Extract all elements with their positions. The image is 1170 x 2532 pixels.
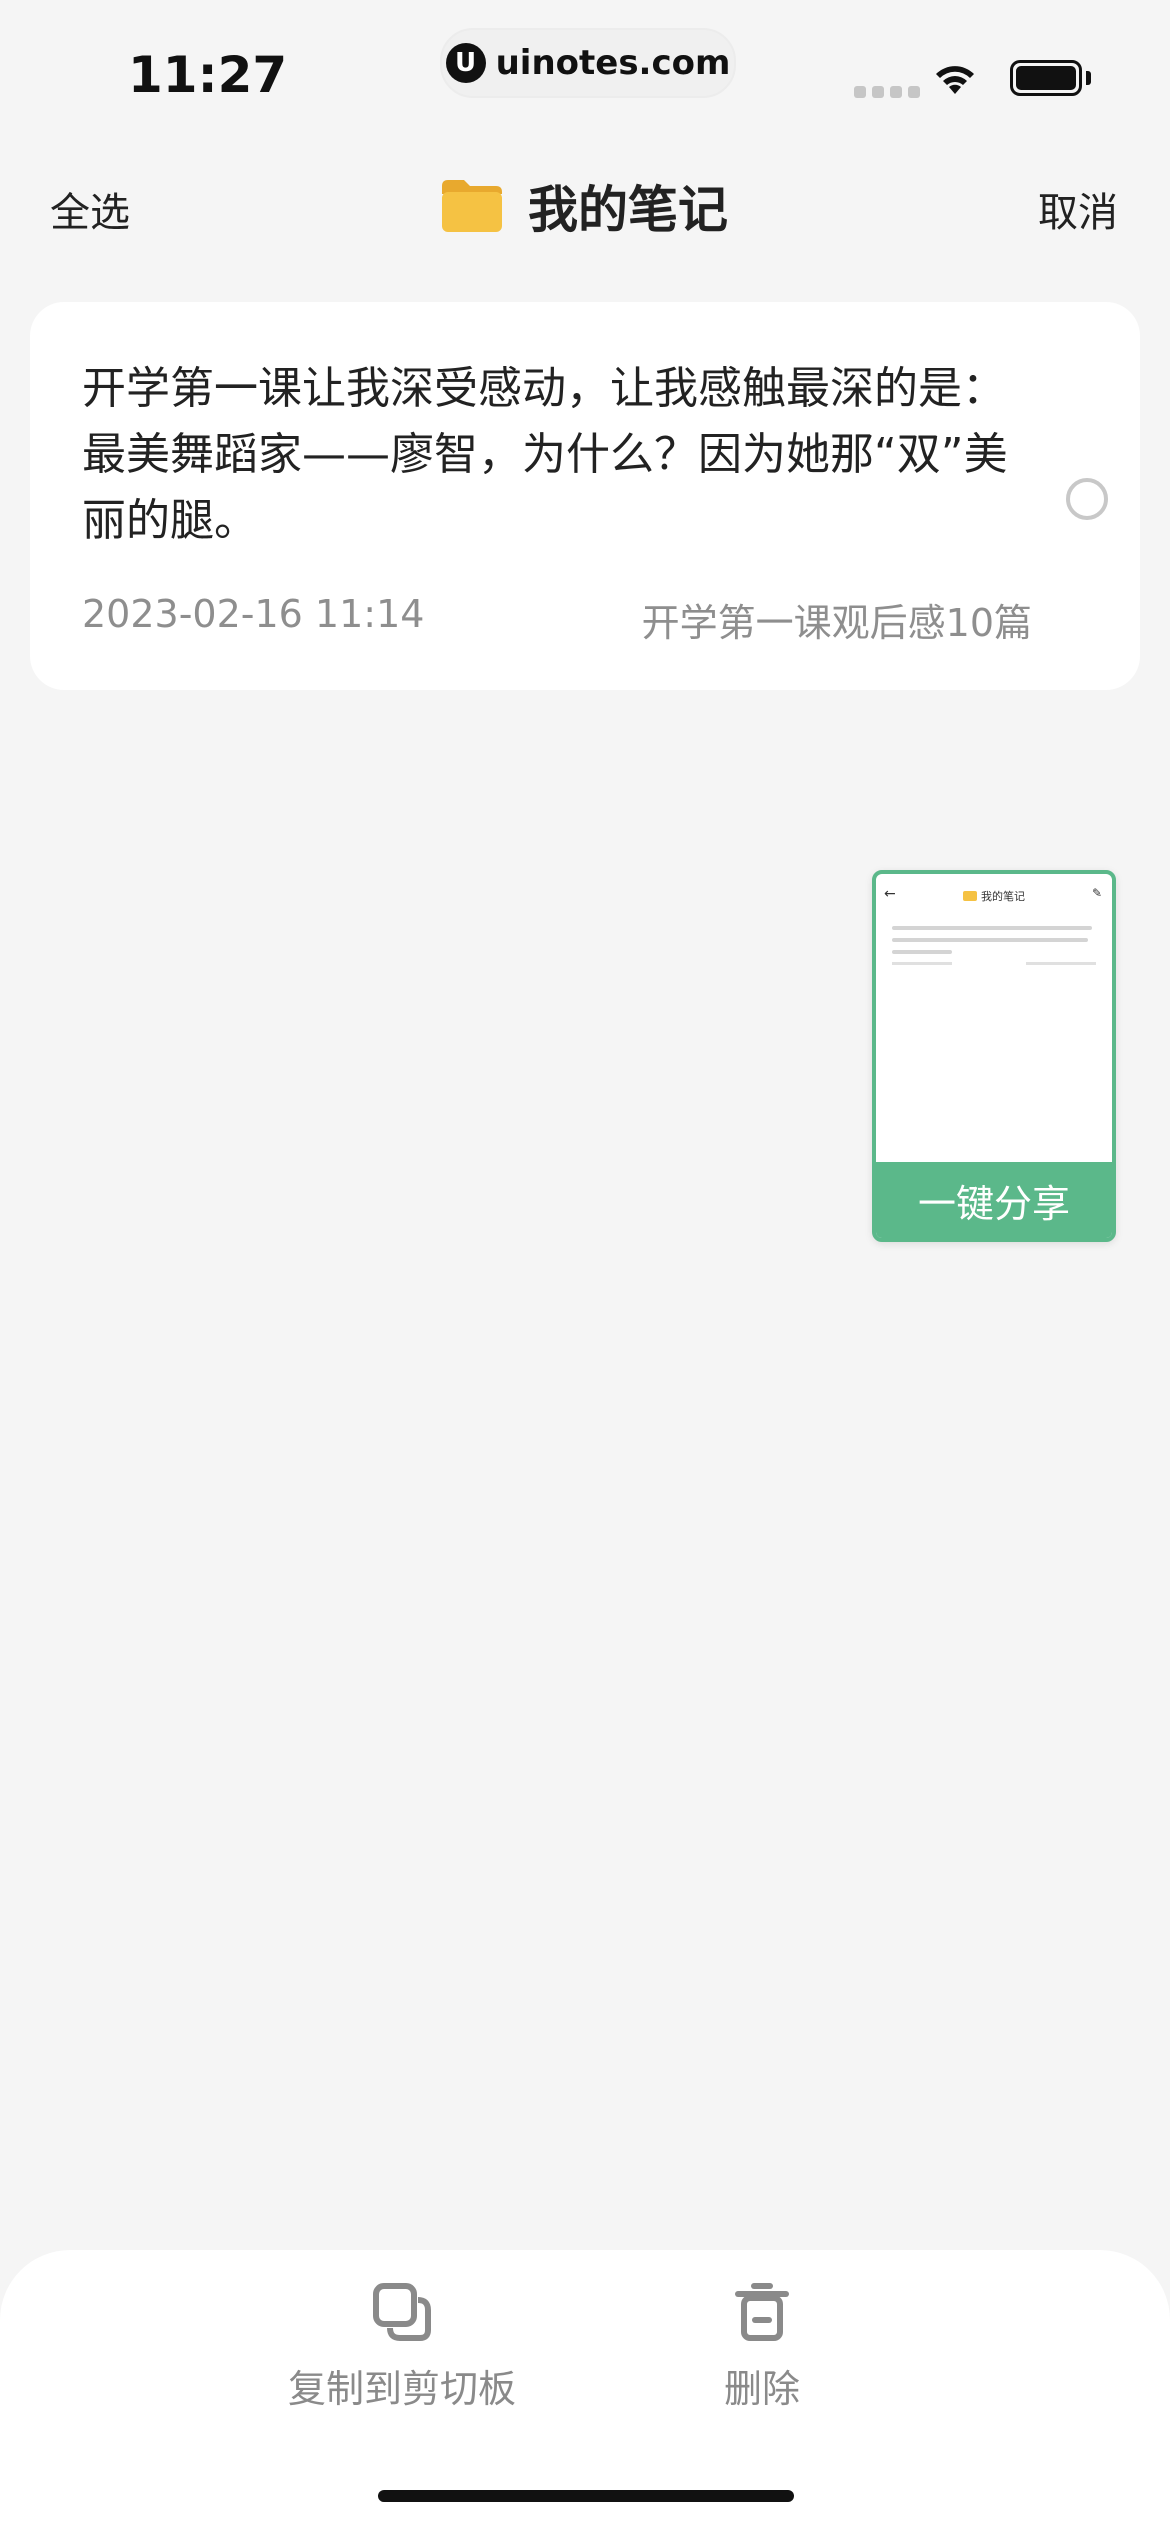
page-title: 我的笔记	[438, 170, 728, 242]
select-all-button[interactable]: 全选	[50, 180, 130, 238]
note-card[interactable]: 开学第一课让我深受感动，让我感触最深的是：最美舞蹈家——廖智，为什么？因为她那“…	[30, 302, 1140, 690]
preview-card	[886, 918, 1102, 1008]
copy-label: 复制到剪切板	[288, 2367, 517, 2411]
preview-title: 我的笔记	[876, 888, 1112, 904]
signal-icon	[854, 86, 920, 98]
status-time: 11:27	[128, 46, 288, 104]
wifi-icon	[936, 66, 974, 94]
url-pill[interactable]: U uinotes.com	[440, 28, 736, 98]
trash-icon	[735, 2283, 789, 2341]
delete-label: 删除	[724, 2367, 801, 2411]
battery-icon	[1010, 60, 1082, 96]
cancel-button[interactable]: 取消	[1038, 180, 1118, 238]
url-text: uinotes.com	[495, 43, 731, 83]
note-date: 2023-02-16 11:14	[82, 592, 425, 636]
page-title-text: 我的笔记	[528, 181, 728, 239]
battery-cap	[1086, 71, 1091, 85]
note-content: 开学第一课让我深受感动，让我感触最深的是：最美舞蹈家——廖智，为什么？因为她那“…	[82, 363, 1008, 546]
copy-icon	[373, 2283, 431, 2341]
copy-to-clipboard-button[interactable]: 复制到剪切板	[288, 2280, 516, 2413]
folder-icon	[963, 891, 977, 901]
note-source: 开学第一课观后感10篇	[641, 601, 1032, 645]
site-logo-icon: U	[445, 43, 486, 83]
edit-icon: ✎	[1091, 886, 1102, 900]
delete-button[interactable]: 删除	[724, 2280, 800, 2413]
share-widget[interactable]: ← 我的笔记 ✎ 一键分享	[872, 870, 1116, 1242]
home-indicator[interactable]	[378, 2490, 794, 2502]
folder-icon	[442, 180, 502, 232]
note-select-radio[interactable]	[1066, 478, 1108, 520]
preview-header: ← 我的笔记 ✎	[876, 886, 1112, 908]
one-click-share-button[interactable]: 一键分享	[876, 1162, 1112, 1238]
